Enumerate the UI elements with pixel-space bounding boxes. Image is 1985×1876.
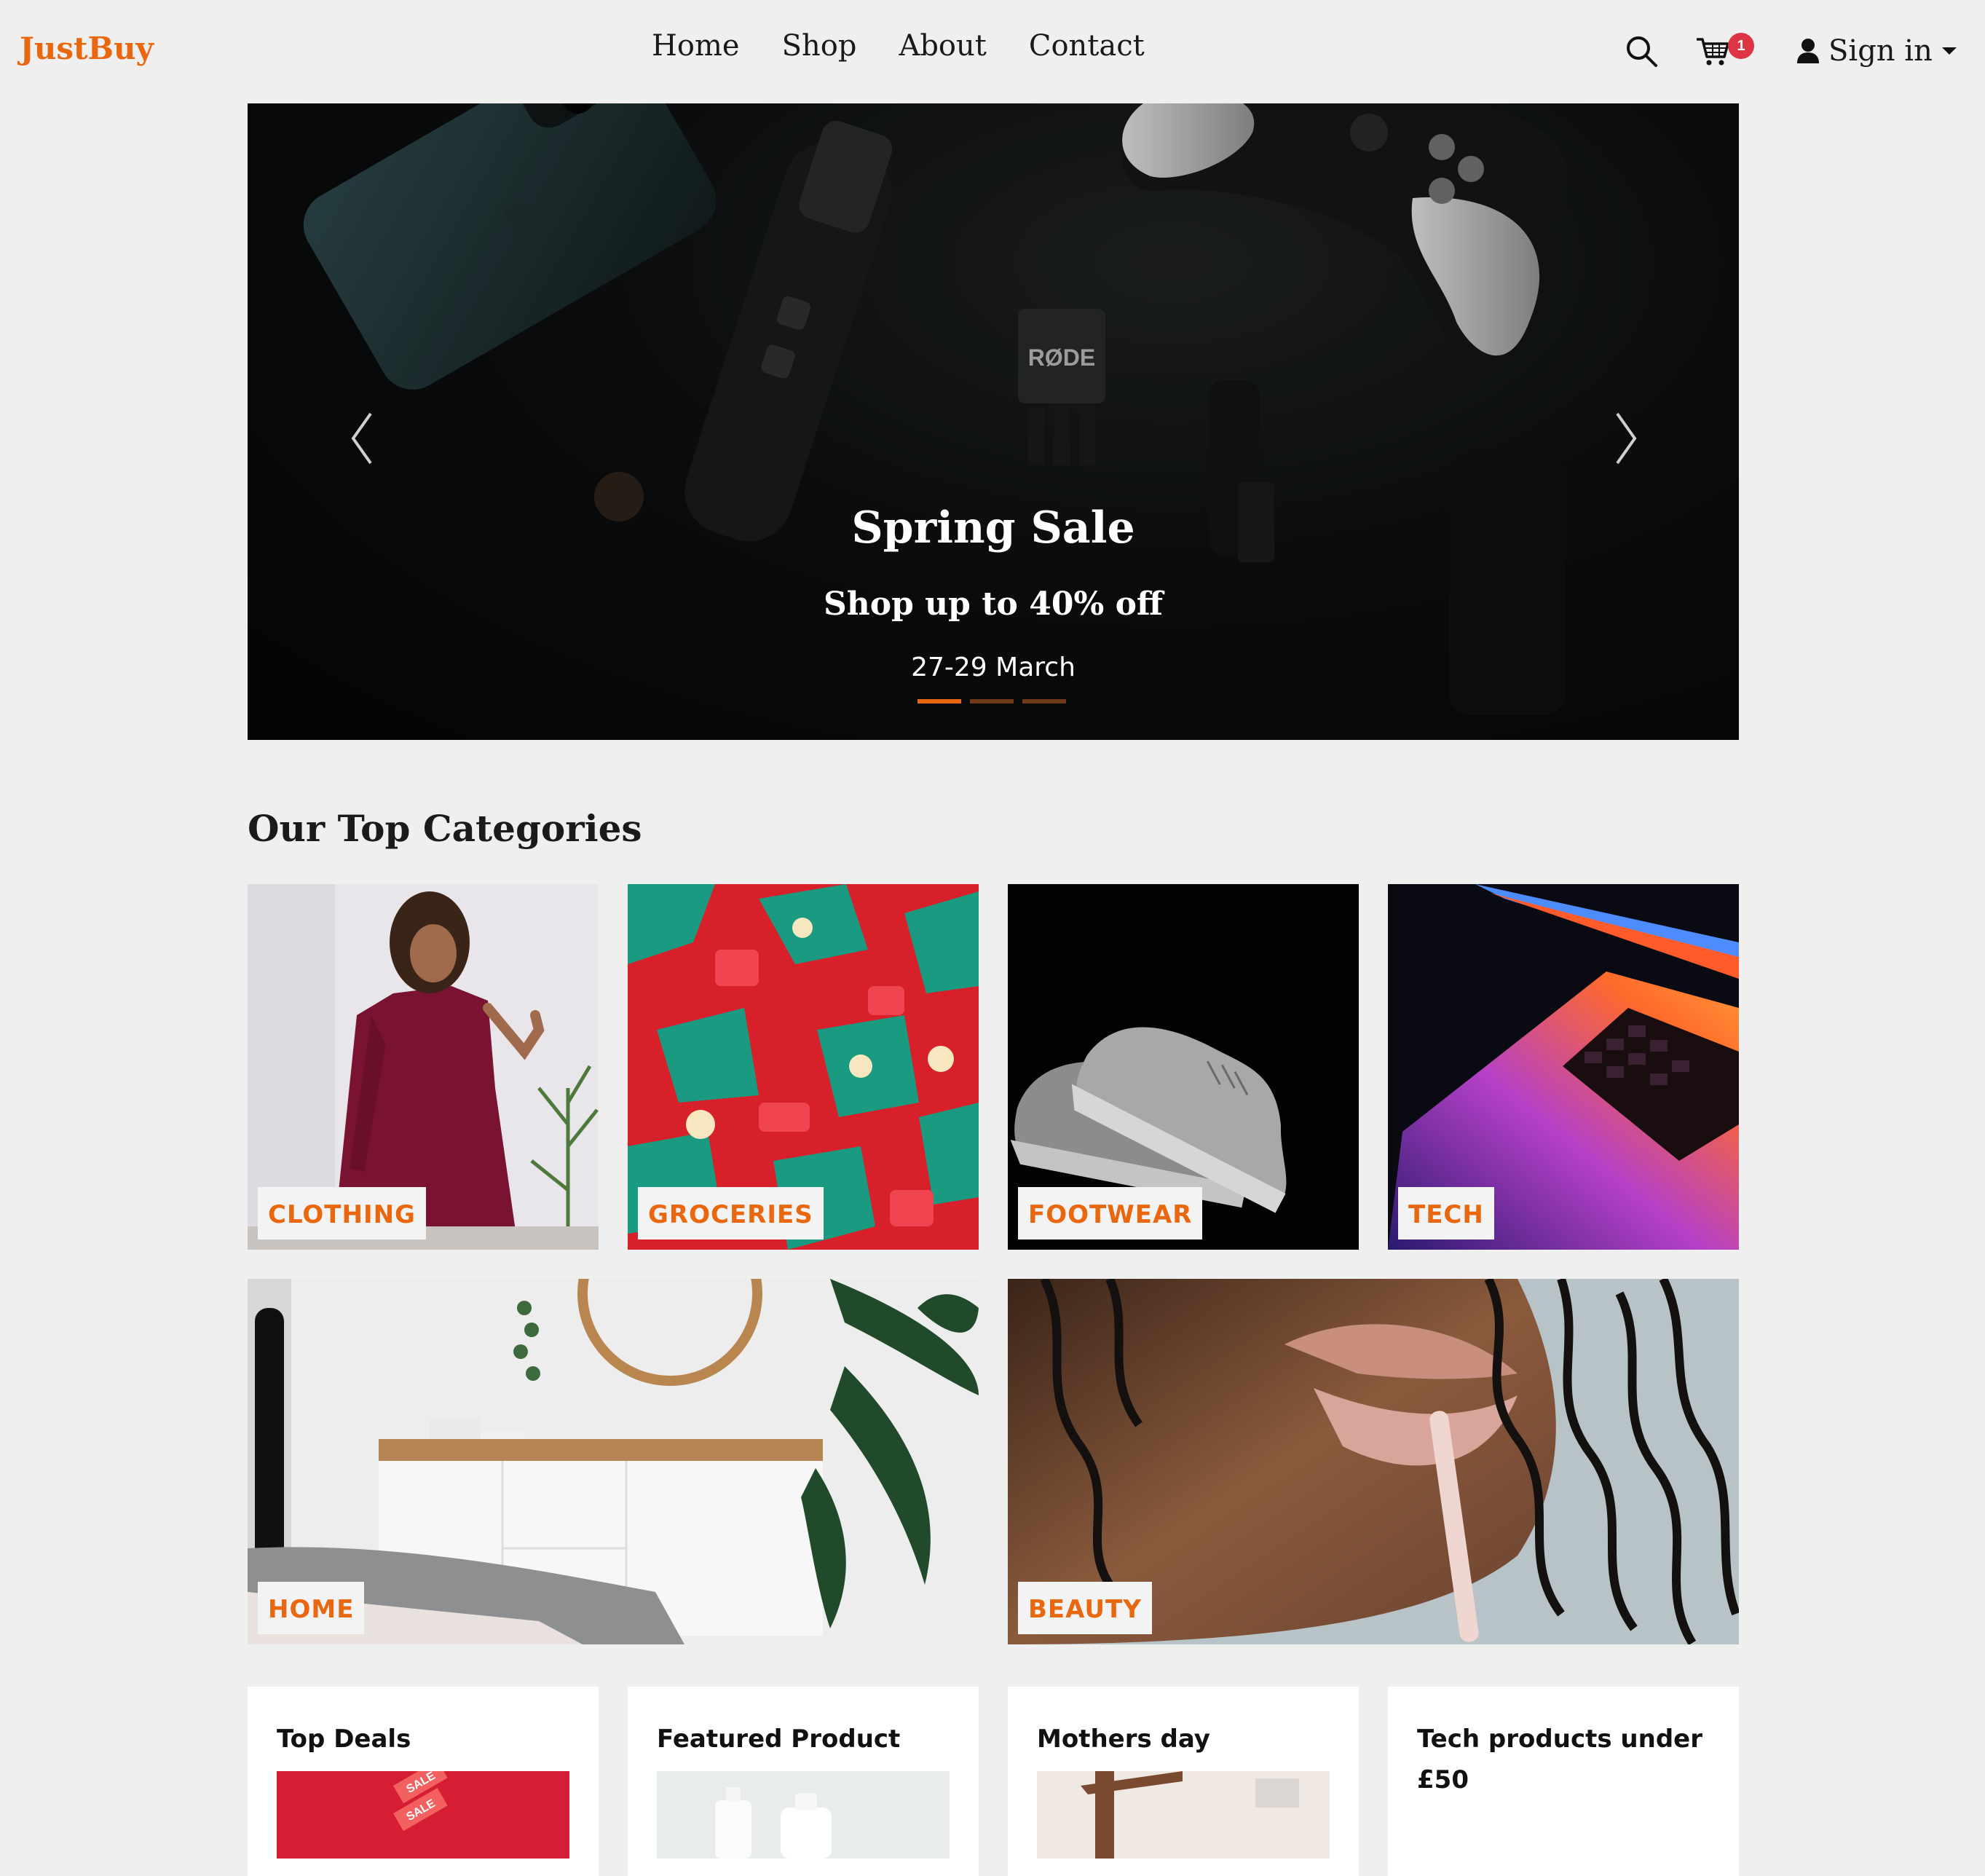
category-label-clothing: CLOTHING — [258, 1187, 426, 1240]
bottles-image — [715, 1787, 832, 1859]
section-title-categories: Our Top Categories — [248, 807, 642, 850]
hero-carousel: RØDE Spring Sale Shop up to 40% off 27-2… — [248, 103, 1739, 740]
signin-label: Sign in — [1828, 34, 1933, 68]
navbar: JustBuy Home Shop About Contact 1 Sign i… — [0, 0, 1985, 103]
category-tile-beauty[interactable]: BEAUTY — [1008, 1279, 1739, 1644]
chevron-right-icon — [1616, 412, 1637, 465]
promo-card-image — [657, 1771, 950, 1859]
cart-count-badge: 1 — [1728, 33, 1754, 59]
promo-card-title: Tech products under £50 — [1417, 1725, 1702, 1794]
sale-tags-image: SALE SALE — [393, 1771, 448, 1832]
carousel-indicator-2[interactable] — [970, 699, 1014, 704]
category-tile-clothing[interactable]: CLOTHING — [248, 884, 599, 1250]
caret-down-icon — [1941, 46, 1957, 56]
promo-card-image: SALE SALE — [277, 1771, 569, 1859]
hero-image: RØDE — [248, 103, 1739, 740]
chevron-left-icon — [351, 412, 372, 465]
carousel-indicator-3[interactable] — [1022, 699, 1066, 704]
nav-link-contact[interactable]: Contact — [1029, 29, 1145, 63]
promo-card-mothers-day[interactable]: Mothers day — [1008, 1687, 1359, 1876]
hero-title: Spring Sale — [851, 502, 1135, 553]
main-nav: Home Shop About Contact — [652, 29, 1145, 63]
category-tile-tech[interactable]: TECH — [1388, 884, 1739, 1250]
nav-link-home[interactable]: Home — [652, 29, 740, 63]
category-tile-home[interactable]: HOME — [248, 1279, 979, 1644]
carousel-prev-arrow[interactable] — [339, 402, 382, 475]
category-label-groceries: GROCERIES — [638, 1187, 824, 1240]
carousel-indicator-1[interactable] — [917, 699, 961, 704]
category-tile-groceries[interactable]: GROCERIES — [628, 884, 979, 1250]
promo-card-tech-under-50[interactable]: Tech products under £50 — [1388, 1687, 1739, 1876]
category-label-tech: TECH — [1398, 1187, 1494, 1240]
search-icon[interactable] — [1624, 34, 1659, 68]
interior-image — [1081, 1771, 1299, 1859]
hero-date: 27-29 March — [911, 653, 1076, 682]
carousel-next-arrow[interactable] — [1606, 402, 1649, 475]
promo-card-top-deals[interactable]: Top Deals SALE SALE — [248, 1687, 599, 1876]
signin-dropdown[interactable]: Sign in — [1796, 29, 1957, 73]
hero-subtitle: Shop up to 40% off — [823, 586, 1164, 623]
promo-card-featured-product[interactable]: Featured Product — [628, 1687, 979, 1876]
brand-logo[interactable]: JustBuy — [20, 31, 154, 66]
category-label-home: HOME — [258, 1582, 365, 1634]
category-label-footwear: FOOTWEAR — [1018, 1187, 1203, 1240]
promo-card-title: Mothers day — [1037, 1725, 1210, 1754]
carousel-indicators — [917, 699, 1066, 704]
user-icon — [1796, 38, 1820, 64]
category-label-beauty: BEAUTY — [1018, 1582, 1152, 1634]
category-tile-footwear[interactable]: FOOTWEAR — [1008, 884, 1359, 1250]
promo-card-title: Featured Product — [657, 1725, 901, 1754]
nav-link-shop[interactable]: Shop — [782, 29, 857, 63]
cart-icon[interactable] — [1695, 34, 1730, 68]
nav-link-about[interactable]: About — [899, 29, 986, 63]
promo-card-image — [1037, 1771, 1330, 1859]
promo-card-title: Top Deals — [277, 1725, 411, 1754]
